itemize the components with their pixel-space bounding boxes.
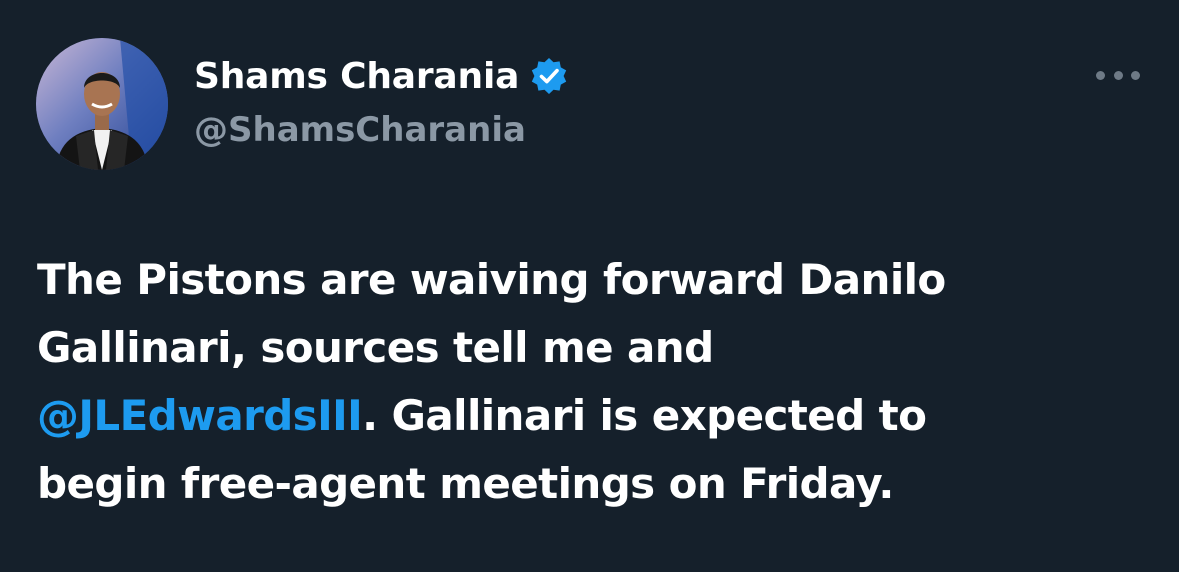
tweet-text-line: The Pistons are waiving forward Danilo	[37, 255, 946, 304]
name-row: Shams Charania	[194, 52, 569, 100]
verified-badge-icon	[531, 58, 567, 94]
avatar-photo	[36, 38, 168, 170]
tweet-text-segment: . Gallinari is expected to	[362, 391, 927, 440]
more-options-icon[interactable]	[1096, 66, 1140, 84]
tweet-text-line: begin free-agent meetings on Friday.	[37, 459, 894, 508]
avatar[interactable]	[36, 38, 168, 170]
tweet-text-line: Gallinari, sources tell me and	[37, 323, 714, 372]
more-dot	[1113, 70, 1123, 80]
author-info: Shams Charania @ShamsCharania	[194, 52, 569, 150]
tweet-card: Shams Charania @ShamsCharania The Piston…	[0, 0, 1179, 572]
more-dot	[1131, 70, 1140, 80]
user-handle[interactable]: @ShamsCharania	[194, 110, 569, 150]
tweet-text-line: @JLEdwardsIII. Gallinari is expected to	[37, 382, 1147, 450]
more-dot	[1096, 70, 1105, 80]
display-name[interactable]: Shams Charania	[194, 56, 519, 97]
mention-link[interactable]: @JLEdwardsIII	[37, 391, 363, 440]
tweet-text: The Pistons are waiving forward Danilo G…	[37, 246, 1147, 518]
